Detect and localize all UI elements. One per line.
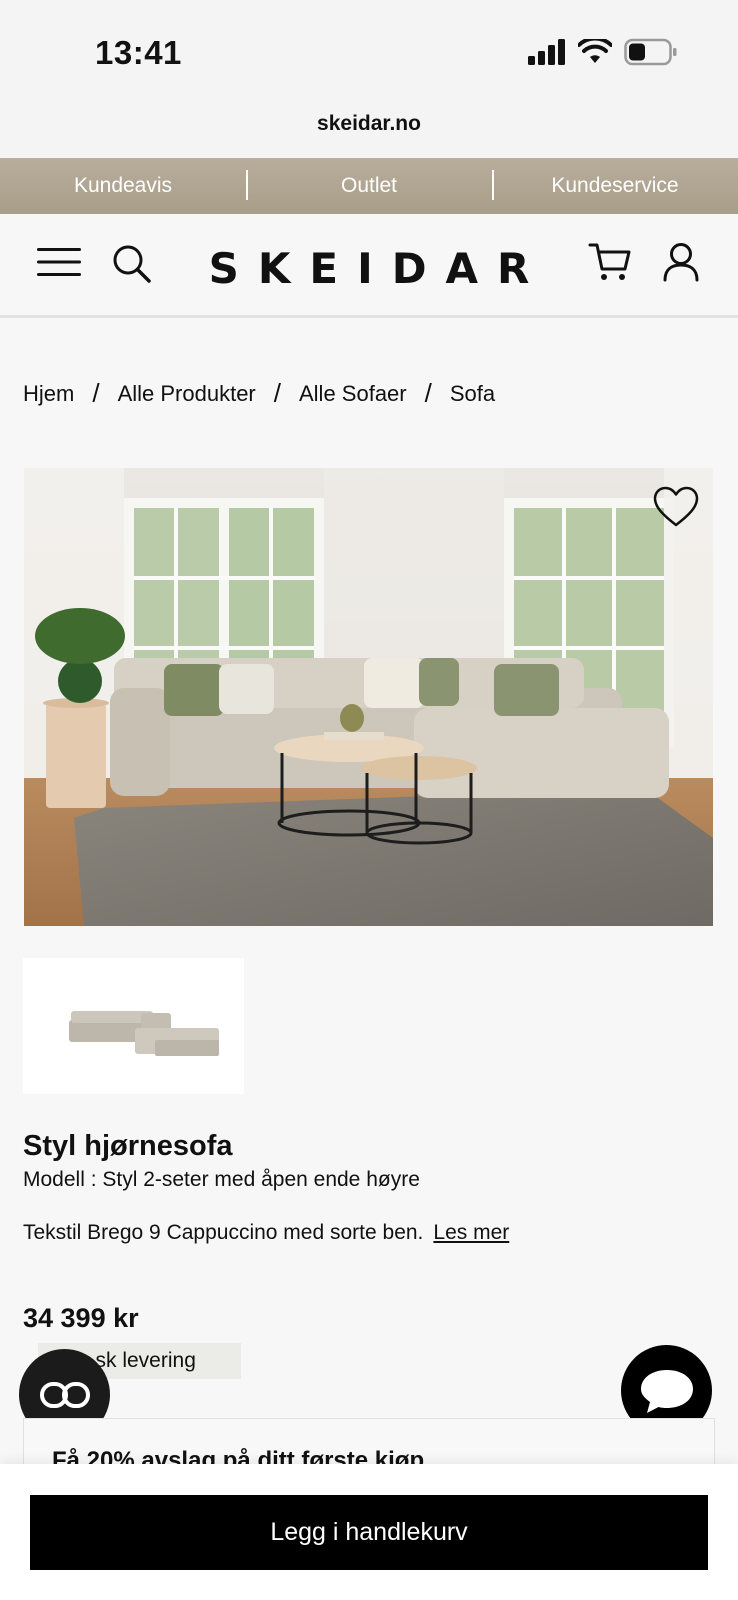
living-room-sofa-image — [24, 468, 713, 926]
top-nav-kundeavis[interactable]: Kundeavis — [0, 174, 246, 198]
status-time: 13:41 — [95, 34, 182, 71]
speech-bubble-icon — [640, 1369, 693, 1413]
sofa-thumbnail-image — [69, 1011, 219, 1056]
user-icon[interactable] — [662, 242, 700, 282]
breadcrumb-alle-sofaer[interactable]: Alle Sofaer — [299, 381, 407, 407]
product-thumbnail[interactable] — [23, 958, 244, 1094]
infinity-chat-icon — [39, 1381, 90, 1408]
breadcrumb-separator: / — [92, 378, 100, 408]
breadcrumb-hjem[interactable]: Hjem — [23, 381, 74, 407]
product-model: Modell : Styl 2-seter med åpen ende høyr… — [23, 1168, 420, 1191]
breadcrumb-separator: / — [424, 378, 432, 408]
url-bar[interactable]: skeidar.no — [0, 100, 738, 158]
add-to-cart-button[interactable]: Legg i handlekurv — [30, 1495, 708, 1570]
product-hero-image[interactable] — [24, 468, 713, 926]
breadcrumb: Hjem / Alle Produkter / Alle Sofaer / So… — [23, 378, 495, 409]
product-title: Styl hjørnesofa — [23, 1130, 233, 1162]
top-nav-outlet[interactable]: Outlet — [246, 170, 492, 200]
top-nav-kundeservice[interactable]: Kundeservice — [492, 170, 738, 200]
sticky-cta-bar: Legg i handlekurv — [0, 1464, 738, 1600]
top-nav: Kundeavis Outlet Kundeservice — [0, 158, 738, 214]
status-bar: 13:41 — [0, 0, 738, 100]
battery-icon — [624, 38, 677, 66]
product-description: Tekstil Brego 9 Cappuccino med sorte ben… — [23, 1216, 563, 1250]
product-description-text: Tekstil Brego 9 Cappuccino med sorte ben… — [23, 1221, 424, 1244]
cart-icon[interactable] — [588, 242, 632, 282]
breadcrumb-alle-produkter[interactable]: Alle Produkter — [118, 381, 256, 407]
site-header: SKEIDAR — [0, 214, 738, 318]
url-text: skeidar.no — [317, 112, 421, 135]
read-more-link[interactable]: Les mer — [433, 1221, 509, 1244]
heart-icon[interactable] — [653, 486, 699, 528]
breadcrumb-sofa[interactable]: Sofa — [450, 381, 495, 407]
product-price: 34 399 kr — [23, 1303, 139, 1333]
status-icons — [528, 38, 678, 66]
wifi-icon — [578, 39, 612, 63]
signal-icon — [528, 39, 565, 65]
breadcrumb-separator: / — [273, 378, 281, 408]
